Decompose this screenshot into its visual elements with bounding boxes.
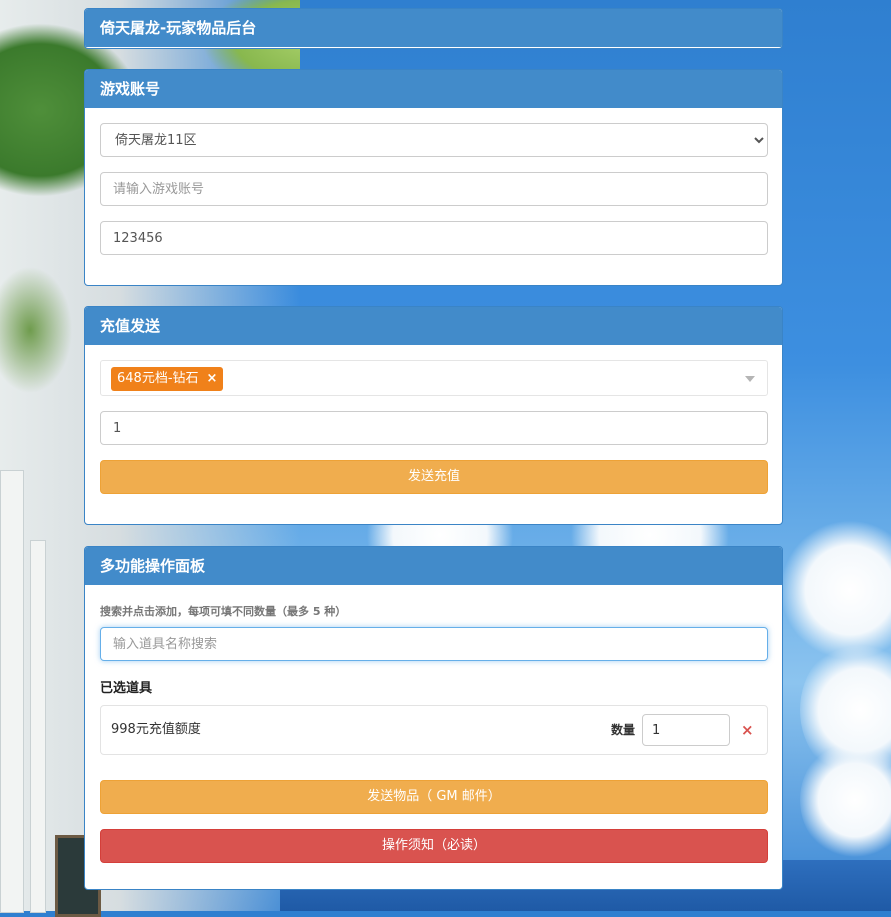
item-name: 998元充值额度 — [111, 722, 201, 737]
account-panel: 游戏账号 倚天屠龙11区 — [84, 69, 783, 286]
send-items-button[interactable]: 发送物品（ GM 邮件） — [100, 780, 768, 814]
search-hint: 搜索并点击添加，每项可填不同数量（最多 5 种） — [100, 605, 347, 618]
background-pillar — [0, 470, 24, 913]
account-input[interactable] — [100, 172, 768, 206]
item-search-input[interactable] — [100, 627, 768, 661]
page-title: 倚天屠龙-玩家物品后台 — [85, 9, 782, 47]
remove-item-icon[interactable]: × — [741, 706, 754, 754]
selected-item-row: 998元充值额度 数量 × — [100, 705, 768, 755]
password-input[interactable] — [100, 221, 768, 255]
multi-panel-body: 搜索并点击添加，每项可填不同数量（最多 5 种） 已选道具 998元充值额度 数… — [85, 585, 782, 878]
server-select[interactable]: 倚天屠龙11区 — [100, 123, 768, 157]
chevron-down-icon[interactable] — [745, 376, 755, 382]
notice-button[interactable]: 操作须知（必读） — [100, 829, 768, 863]
background-cloud — [800, 740, 891, 860]
recharge-quantity-input[interactable] — [100, 411, 768, 445]
recharge-panel-title: 充值发送 — [85, 307, 782, 345]
recharge-panel: 充值发送 648元档-钻石 × 发送充值 — [84, 306, 783, 525]
account-panel-body: 倚天屠龙11区 — [85, 108, 782, 285]
send-recharge-button[interactable]: 发送充值 — [100, 460, 768, 494]
multi-panel-title: 多功能操作面板 — [85, 547, 782, 585]
selected-tier-label: 648元档-钻石 — [117, 371, 199, 386]
account-panel-title: 游戏账号 — [85, 70, 782, 108]
quantity-label: 数量 — [611, 723, 636, 737]
recharge-tier-select[interactable]: 648元档-钻石 × — [100, 360, 768, 396]
selected-tier-tag: 648元档-钻石 × — [111, 367, 224, 391]
selected-items-title: 已选道具 — [100, 681, 153, 696]
background-cloud — [780, 520, 891, 660]
remove-tag-icon[interactable]: × — [207, 371, 218, 386]
item-quantity-input[interactable] — [642, 714, 730, 746]
multi-function-panel: 多功能操作面板 搜索并点击添加，每项可填不同数量（最多 5 种） 已选道具 99… — [84, 546, 783, 890]
header-panel: 倚天屠龙-玩家物品后台 — [84, 8, 783, 49]
recharge-panel-body: 648元档-钻石 × 发送充值 — [85, 345, 782, 509]
background-pillar — [30, 540, 46, 913]
